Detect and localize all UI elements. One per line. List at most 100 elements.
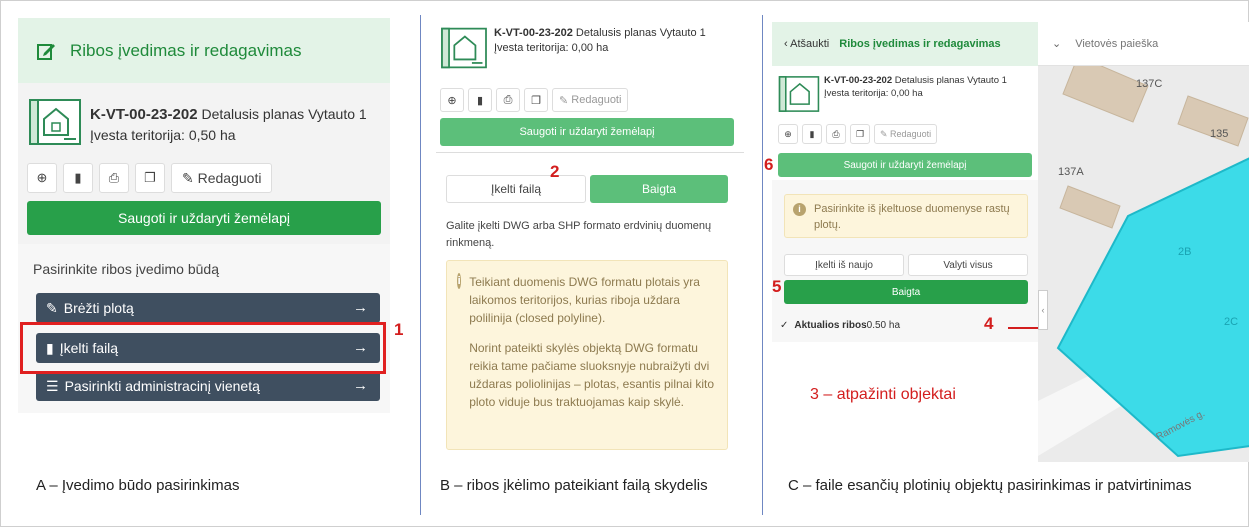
edit-icon: ✎ bbox=[46, 299, 58, 316]
info-icon: i bbox=[793, 203, 806, 216]
panel-a-header: Ribos įvedimas ir redagavimas bbox=[18, 18, 390, 83]
document-name: Detalusis planas Vytauto 1 bbox=[197, 106, 367, 122]
edit-icon bbox=[37, 43, 55, 60]
print-button[interactable]: ⎙ bbox=[496, 88, 520, 112]
document-text: K-VT-00-23-202 Detalusis planas Vytauto … bbox=[494, 26, 706, 56]
territory-area: Įvesta teritorija: 0,50 ha bbox=[90, 127, 236, 143]
download-button[interactable]: ▮ bbox=[63, 163, 93, 193]
map-label-2c: 2C bbox=[1224, 316, 1239, 328]
document-card: K-VT-00-23-202 Detalusis planas Vytauto … bbox=[18, 83, 390, 147]
edit-icon: ✎ bbox=[559, 94, 572, 107]
print-icon: ⎙ bbox=[108, 170, 120, 185]
zoom-button[interactable]: ⊕ bbox=[778, 124, 798, 144]
admin-unit-label: Pasirinkti administracinį vienetą bbox=[64, 378, 260, 394]
document-code: K-VT-00-23-202 bbox=[494, 27, 573, 39]
done-tab[interactable]: Baigta bbox=[590, 175, 728, 203]
map-label-135: 135 bbox=[1210, 128, 1229, 140]
zoom-button[interactable]: ⊕ bbox=[440, 88, 464, 112]
file-icon: ▮ bbox=[809, 128, 815, 139]
edit-button[interactable]: ✎ Redaguoti bbox=[874, 124, 938, 144]
map-search-bar: ⌄ bbox=[1038, 22, 1249, 66]
plan-document-icon bbox=[29, 99, 81, 145]
done-button[interactable]: Baigta bbox=[784, 280, 1028, 304]
map-label-2b: 2B bbox=[1178, 246, 1192, 258]
chevron-down-icon[interactable]: ⌄ bbox=[1052, 37, 1061, 50]
territory-area: Įvesta teritorija: 0,00 ha bbox=[494, 42, 609, 54]
choose-method-label: Pasirinkite ribos įvedimo būdą bbox=[33, 261, 219, 277]
document-code: K-VT-00-23-202 bbox=[90, 106, 198, 123]
layer-row[interactable]: ✓ Aktualios ribos 0.50 ha bbox=[780, 320, 900, 331]
collapse-panel-handle[interactable]: ‹ bbox=[1038, 290, 1048, 330]
print-button[interactable]: ⎙ bbox=[826, 124, 846, 144]
save-close-button[interactable]: Saugoti ir uždaryti žemėlapį bbox=[27, 201, 381, 235]
marker-4: 4 bbox=[984, 314, 994, 333]
location-search-input[interactable] bbox=[1075, 37, 1236, 50]
print-button[interactable]: ⎙ bbox=[99, 163, 129, 193]
highlight-box bbox=[20, 322, 386, 374]
info-icon: i bbox=[457, 273, 462, 289]
arrow-right-icon: → bbox=[353, 299, 368, 316]
zoom-icon: ⊕ bbox=[36, 170, 48, 185]
panel-c-header: ‹ Atšaukti Ribos įvedimas ir redagavimas bbox=[772, 22, 1038, 66]
reupload-button[interactable]: Įkelti iš naujo bbox=[784, 254, 904, 276]
marker-3: 3 – atpažinti objektai bbox=[810, 386, 956, 404]
copy-icon: ❐ bbox=[855, 128, 865, 139]
territory-area: Įvesta teritorija: 0,00 ha bbox=[824, 88, 923, 99]
recognized-objects-label: 3 – atpažinti objektai bbox=[810, 386, 956, 403]
document-card: K-VT-00-23-202 Detalusis planas Vytauto … bbox=[436, 22, 744, 70]
panel-a: Ribos įvedimas ir redagavimas K-VT-00-23… bbox=[18, 18, 390, 413]
panel-c: ‹ Atšaukti Ribos įvedimas ir redagavimas… bbox=[764, 22, 1136, 462]
admin-unit-option[interactable]: ☰ Pasirinkti administracinį vienetą → bbox=[36, 371, 380, 401]
copy-icon: ❐ bbox=[144, 170, 156, 185]
back-link[interactable]: ‹ Atšaukti bbox=[784, 38, 829, 50]
draw-area-option[interactable]: ✎ Brėžti plotą → bbox=[36, 293, 380, 323]
marker-2: 2 bbox=[550, 162, 560, 181]
edit-button[interactable]: ✎ Redaguoti bbox=[552, 88, 629, 112]
caption-a: A – Įvedimo būdo pasirinkimas bbox=[36, 477, 240, 494]
zoom-icon: ⊕ bbox=[784, 128, 792, 139]
select-areas-text: Pasirinkite iš įkeltuose duomenyse rastų… bbox=[814, 203, 1010, 231]
panel-title: Ribos įvedimas ir redagavimas bbox=[839, 38, 1001, 50]
file-icon: ▮ bbox=[476, 94, 484, 107]
document-name: Detalusis planas Vytauto 1 bbox=[892, 75, 1007, 86]
layer-name: Aktualios ribos bbox=[794, 320, 867, 331]
checkbox-checked-icon[interactable]: ✓ bbox=[780, 320, 788, 331]
copy-button[interactable]: ❐ bbox=[135, 163, 165, 193]
download-button[interactable]: ▮ bbox=[802, 124, 822, 144]
edit-label: Redaguoti bbox=[197, 170, 262, 186]
map-view[interactable]: ⌄ 137C 135 137A 2B 2C Ramovės g. ‹ bbox=[1038, 22, 1249, 462]
document-name: Detalusis planas Vytauto 1 bbox=[572, 27, 706, 39]
note-paragraph-1: Teikiant duomenis DWG formatu plotais yr… bbox=[469, 275, 700, 325]
plan-document-icon bbox=[778, 76, 820, 112]
map-canvas bbox=[1038, 66, 1249, 462]
document-text: K-VT-00-23-202 Detalusis planas Vytauto … bbox=[90, 104, 367, 145]
toolbar: ⊕ ▮ ⎙ ❐ ✎ Redaguoti bbox=[27, 163, 273, 193]
print-icon: ⎙ bbox=[832, 128, 840, 139]
marker-6: 6 bbox=[764, 155, 774, 174]
edit-label: Redaguoti bbox=[890, 129, 932, 139]
zoom-icon: ⊕ bbox=[447, 94, 457, 107]
layer-area: 0.50 ha bbox=[866, 320, 901, 331]
document-code: K-VT-00-23-202 bbox=[824, 75, 893, 86]
save-close-button[interactable]: Saugoti ir uždaryti žemėlapį bbox=[440, 118, 734, 146]
caption-c: C – faile esančių plotinių objektų pasir… bbox=[788, 477, 1192, 494]
save-close-button[interactable]: Saugoti ir uždaryti žemėlapį bbox=[778, 153, 1032, 177]
download-button[interactable]: ▮ bbox=[468, 88, 492, 112]
copy-button[interactable]: ❐ bbox=[850, 124, 870, 144]
marker-1: 1 bbox=[394, 320, 404, 339]
panel-b: K-VT-00-23-202 Detalusis planas Vytauto … bbox=[436, 22, 744, 462]
upload-file-tab[interactable]: Įkelti failą bbox=[446, 175, 586, 203]
copy-button[interactable]: ❐ bbox=[524, 88, 548, 112]
copy-icon: ❐ bbox=[531, 94, 541, 107]
draw-area-label: Brėžti plotą bbox=[63, 300, 134, 316]
divider-ab bbox=[420, 15, 421, 515]
zoom-button[interactable]: ⊕ bbox=[27, 163, 57, 193]
divider-bc bbox=[762, 15, 763, 515]
arrow-right-icon: → bbox=[353, 377, 368, 394]
map-label-137c: 137C bbox=[1136, 78, 1163, 90]
caption-b: B – ribos įkėlimo pateikiant failą skyde… bbox=[440, 477, 708, 494]
clear-all-button[interactable]: Valyti visus bbox=[908, 254, 1028, 276]
edit-label: Redaguoti bbox=[571, 94, 622, 106]
panel-title: Ribos įvedimas ir redagavimas bbox=[70, 40, 302, 60]
edit-button[interactable]: ✎ Redaguoti bbox=[171, 163, 273, 193]
